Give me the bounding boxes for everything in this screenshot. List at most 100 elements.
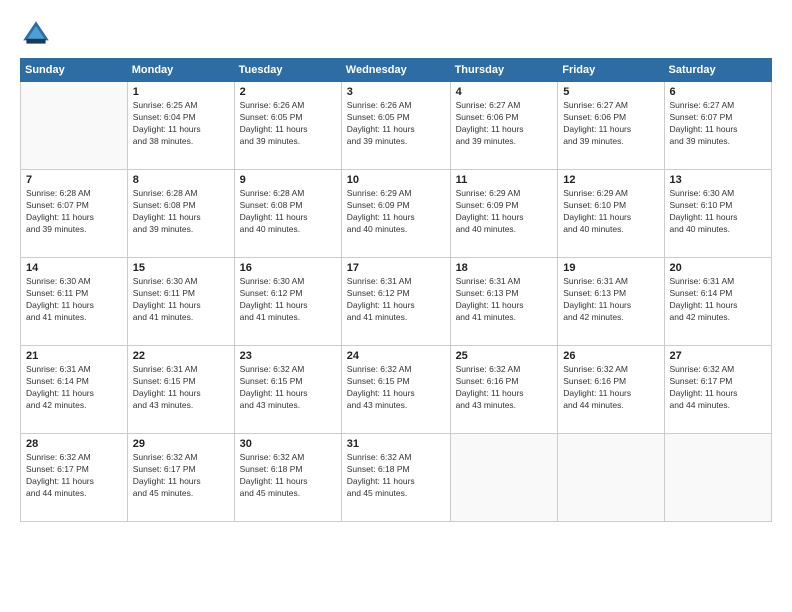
- day-number: 4: [456, 86, 553, 98]
- day-number: 8: [133, 174, 229, 186]
- day-cell: 10 Sunrise: 6:29 AMSunset: 6:09 PMDayligh…: [341, 170, 450, 258]
- day-number: 22: [133, 350, 229, 362]
- day-cell: 25 Sunrise: 6:32 AMSunset: 6:16 PMDayligh…: [450, 346, 558, 434]
- day-info: Sunrise: 6:30 AMSunset: 6:11 PMDaylight:…: [26, 276, 122, 324]
- day-number: 26: [563, 350, 658, 362]
- day-cell: 2 Sunrise: 6:26 AMSunset: 6:05 PMDaylight…: [234, 82, 341, 170]
- day-cell: 20 Sunrise: 6:31 AMSunset: 6:14 PMDayligh…: [664, 258, 771, 346]
- day-info: Sunrise: 6:27 AMSunset: 6:07 PMDaylight:…: [670, 100, 766, 148]
- day-cell: 24 Sunrise: 6:32 AMSunset: 6:15 PMDayligh…: [341, 346, 450, 434]
- day-info: Sunrise: 6:28 AMSunset: 6:08 PMDaylight:…: [240, 188, 336, 236]
- col-header-thursday: Thursday: [450, 59, 558, 82]
- day-info: Sunrise: 6:32 AMSunset: 6:16 PMDaylight:…: [456, 364, 553, 412]
- col-header-tuesday: Tuesday: [234, 59, 341, 82]
- day-info: Sunrise: 6:32 AMSunset: 6:17 PMDaylight:…: [670, 364, 766, 412]
- col-header-wednesday: Wednesday: [341, 59, 450, 82]
- day-cell: 4 Sunrise: 6:27 AMSunset: 6:06 PMDaylight…: [450, 82, 558, 170]
- day-info: Sunrise: 6:31 AMSunset: 6:12 PMDaylight:…: [347, 276, 445, 324]
- col-header-sunday: Sunday: [21, 59, 128, 82]
- day-info: Sunrise: 6:31 AMSunset: 6:13 PMDaylight:…: [456, 276, 553, 324]
- day-cell: 23 Sunrise: 6:32 AMSunset: 6:15 PMDayligh…: [234, 346, 341, 434]
- day-number: 19: [563, 262, 658, 274]
- day-cell: 31 Sunrise: 6:32 AMSunset: 6:18 PMDayligh…: [341, 434, 450, 522]
- day-cell: 27Sunrise: 6:32 AMSunset: 6:17 PMDayligh…: [664, 346, 771, 434]
- day-info: Sunrise: 6:31 AMSunset: 6:14 PMDaylight:…: [26, 364, 122, 412]
- day-cell: 6 Sunrise: 6:27 AMSunset: 6:07 PMDaylight…: [664, 82, 771, 170]
- day-number: 10: [347, 174, 445, 186]
- day-cell: 1 Sunrise: 6:25 AMSunset: 6:04 PMDaylight…: [127, 82, 234, 170]
- day-number: 1: [133, 86, 229, 98]
- day-cell: 21 Sunrise: 6:31 AMSunset: 6:14 PMDayligh…: [21, 346, 128, 434]
- day-info: Sunrise: 6:28 AMSunset: 6:07 PMDaylight:…: [26, 188, 122, 236]
- week-row-5: 28 Sunrise: 6:32 AMSunset: 6:17 PMDayligh…: [21, 434, 772, 522]
- day-number: 6: [670, 86, 766, 98]
- day-info: Sunrise: 6:28 AMSunset: 6:08 PMDaylight:…: [133, 188, 229, 236]
- day-cell: 11 Sunrise: 6:29 AMSunset: 6:09 PMDayligh…: [450, 170, 558, 258]
- day-cell: 19 Sunrise: 6:31 AMSunset: 6:13 PMDayligh…: [558, 258, 664, 346]
- day-number: 20: [670, 262, 766, 274]
- day-number: 25: [456, 350, 553, 362]
- week-row-2: 7 Sunrise: 6:28 AMSunset: 6:07 PMDaylight…: [21, 170, 772, 258]
- day-number: 2: [240, 86, 336, 98]
- day-number: 11: [456, 174, 553, 186]
- day-cell: [21, 82, 128, 170]
- day-cell: 13Sunrise: 6:30 AMSunset: 6:10 PMDayligh…: [664, 170, 771, 258]
- day-number: 13: [670, 174, 766, 186]
- day-info: Sunrise: 6:29 AMSunset: 6:09 PMDaylight:…: [456, 188, 553, 236]
- day-number: 21: [26, 350, 122, 362]
- col-header-friday: Friday: [558, 59, 664, 82]
- day-number: 31: [347, 438, 445, 450]
- day-number: 16: [240, 262, 336, 274]
- col-header-monday: Monday: [127, 59, 234, 82]
- day-info: Sunrise: 6:26 AMSunset: 6:05 PMDaylight:…: [347, 100, 445, 148]
- day-cell: [664, 434, 771, 522]
- day-cell: 17 Sunrise: 6:31 AMSunset: 6:12 PMDayligh…: [341, 258, 450, 346]
- day-number: 29: [133, 438, 229, 450]
- day-info: Sunrise: 6:32 AMSunset: 6:15 PMDaylight:…: [240, 364, 336, 412]
- day-cell: 30Sunrise: 6:32 AMSunset: 6:18 PMDayligh…: [234, 434, 341, 522]
- header: [20, 18, 772, 50]
- day-info: Sunrise: 6:30 AMSunset: 6:12 PMDaylight:…: [240, 276, 336, 324]
- day-info: Sunrise: 6:32 AMSunset: 6:17 PMDaylight:…: [26, 452, 122, 500]
- day-info: Sunrise: 6:31 AMSunset: 6:13 PMDaylight:…: [563, 276, 658, 324]
- day-cell: 3 Sunrise: 6:26 AMSunset: 6:05 PMDaylight…: [341, 82, 450, 170]
- week-row-3: 14 Sunrise: 6:30 AMSunset: 6:11 PMDayligh…: [21, 258, 772, 346]
- day-number: 18: [456, 262, 553, 274]
- logo: [20, 18, 56, 50]
- day-info: Sunrise: 6:32 AMSunset: 6:15 PMDaylight:…: [347, 364, 445, 412]
- header-row: SundayMondayTuesdayWednesdayThursdayFrid…: [21, 59, 772, 82]
- day-info: Sunrise: 6:32 AMSunset: 6:18 PMDaylight:…: [347, 452, 445, 500]
- col-header-saturday: Saturday: [664, 59, 771, 82]
- day-number: 7: [26, 174, 122, 186]
- day-number: 15: [133, 262, 229, 274]
- day-number: 17: [347, 262, 445, 274]
- day-info: Sunrise: 6:29 AMSunset: 6:09 PMDaylight:…: [347, 188, 445, 236]
- day-cell: 8 Sunrise: 6:28 AMSunset: 6:08 PMDaylight…: [127, 170, 234, 258]
- day-cell: 12Sunrise: 6:29 AMSunset: 6:10 PMDayligh…: [558, 170, 664, 258]
- logo-icon: [20, 18, 52, 50]
- day-number: 14: [26, 262, 122, 274]
- day-cell: 14 Sunrise: 6:30 AMSunset: 6:11 PMDayligh…: [21, 258, 128, 346]
- day-info: Sunrise: 6:26 AMSunset: 6:05 PMDaylight:…: [240, 100, 336, 148]
- day-number: 23: [240, 350, 336, 362]
- day-number: 3: [347, 86, 445, 98]
- day-number: 5: [563, 86, 658, 98]
- day-info: Sunrise: 6:27 AMSunset: 6:06 PMDaylight:…: [563, 100, 658, 148]
- day-cell: 26Sunrise: 6:32 AMSunset: 6:16 PMDayligh…: [558, 346, 664, 434]
- day-cell: [450, 434, 558, 522]
- day-number: 28: [26, 438, 122, 450]
- day-cell: 5 Sunrise: 6:27 AMSunset: 6:06 PMDaylight…: [558, 82, 664, 170]
- day-info: Sunrise: 6:31 AMSunset: 6:15 PMDaylight:…: [133, 364, 229, 412]
- day-cell: 28 Sunrise: 6:32 AMSunset: 6:17 PMDayligh…: [21, 434, 128, 522]
- day-info: Sunrise: 6:25 AMSunset: 6:04 PMDaylight:…: [133, 100, 229, 148]
- day-info: Sunrise: 6:29 AMSunset: 6:10 PMDaylight:…: [563, 188, 658, 236]
- day-cell: 29 Sunrise: 6:32 AMSunset: 6:17 PMDayligh…: [127, 434, 234, 522]
- week-row-1: 1 Sunrise: 6:25 AMSunset: 6:04 PMDaylight…: [21, 82, 772, 170]
- day-info: Sunrise: 6:32 AMSunset: 6:17 PMDaylight:…: [133, 452, 229, 500]
- day-cell: 9Sunrise: 6:28 AMSunset: 6:08 PMDaylight…: [234, 170, 341, 258]
- day-info: Sunrise: 6:31 AMSunset: 6:14 PMDaylight:…: [670, 276, 766, 324]
- day-number: 24: [347, 350, 445, 362]
- calendar: SundayMondayTuesdayWednesdayThursdayFrid…: [20, 58, 772, 522]
- day-info: Sunrise: 6:27 AMSunset: 6:06 PMDaylight:…: [456, 100, 553, 148]
- day-cell: 15Sunrise: 6:30 AMSunset: 6:11 PMDayligh…: [127, 258, 234, 346]
